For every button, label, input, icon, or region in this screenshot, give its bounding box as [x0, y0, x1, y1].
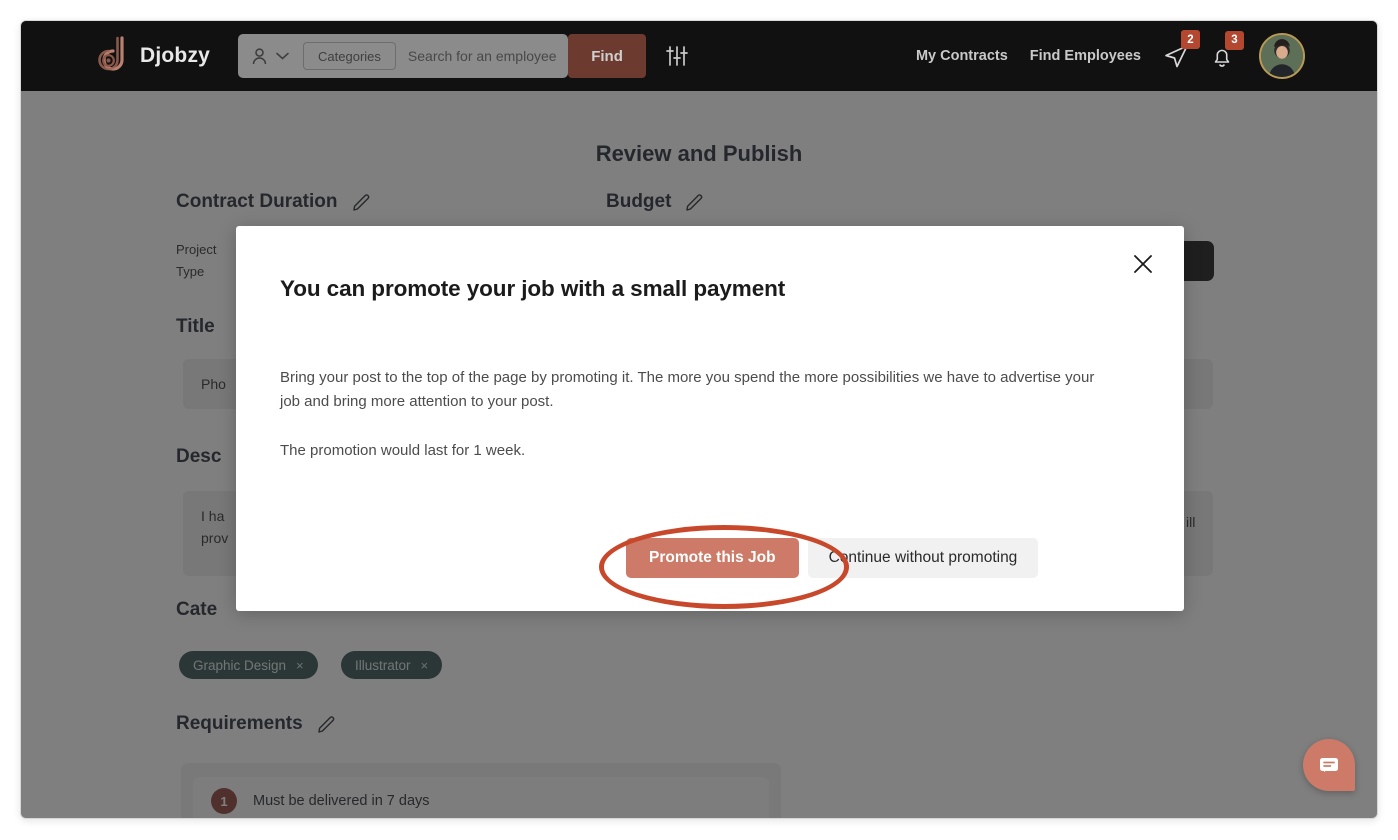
categories-button[interactable]: Categories [303, 42, 396, 70]
sliders-filter-icon[interactable] [646, 45, 688, 67]
modal-paragraph-2: The promotion would last for 1 week. [280, 442, 526, 459]
search-input[interactable] [407, 48, 589, 64]
modal-actions: Promote this Job Continue without promot… [626, 538, 1039, 578]
djobzy-logo-icon [96, 36, 130, 76]
search-bar: Categories [238, 34, 589, 78]
continue-without-promoting-button[interactable]: Continue without promoting [807, 538, 1039, 578]
close-icon[interactable] [1128, 249, 1158, 279]
promote-job-modal: You can promote your job with a small pa… [236, 226, 1184, 611]
brand-name: Djobzy [140, 44, 211, 67]
avatar[interactable] [1259, 33, 1305, 79]
promote-this-job-button[interactable]: Promote this Job [626, 538, 799, 578]
chat-bubble-icon [1317, 753, 1341, 777]
notifications-button[interactable]: 3 [1211, 30, 1244, 69]
brand-logo-link[interactable]: Djobzy [96, 36, 210, 76]
notifications-badge: 3 [1225, 30, 1244, 50]
messages-button[interactable]: 2 [1163, 30, 1200, 69]
chat-support-button[interactable] [1303, 739, 1355, 791]
modal-paragraph-1: Bring your post to the top of the page b… [280, 369, 1095, 410]
person-icon[interactable] [252, 47, 267, 65]
screenshot-frame: Djobzy Categories Find [20, 20, 1378, 819]
chevron-down-icon[interactable] [267, 52, 289, 60]
search-cluster: Categories Find [238, 34, 688, 78]
modal-title: You can promote your job with a small pa… [280, 276, 786, 301]
top-navbar: Djobzy Categories Find [21, 21, 1377, 91]
nav-link-find-employees[interactable]: Find Employees [1030, 48, 1141, 64]
messages-badge: 2 [1181, 30, 1200, 49]
find-button[interactable]: Find [568, 34, 647, 78]
navbar-right: My Contracts Find Employees 2 3 [916, 30, 1305, 79]
nav-link-my-contracts[interactable]: My Contracts [916, 48, 1008, 64]
